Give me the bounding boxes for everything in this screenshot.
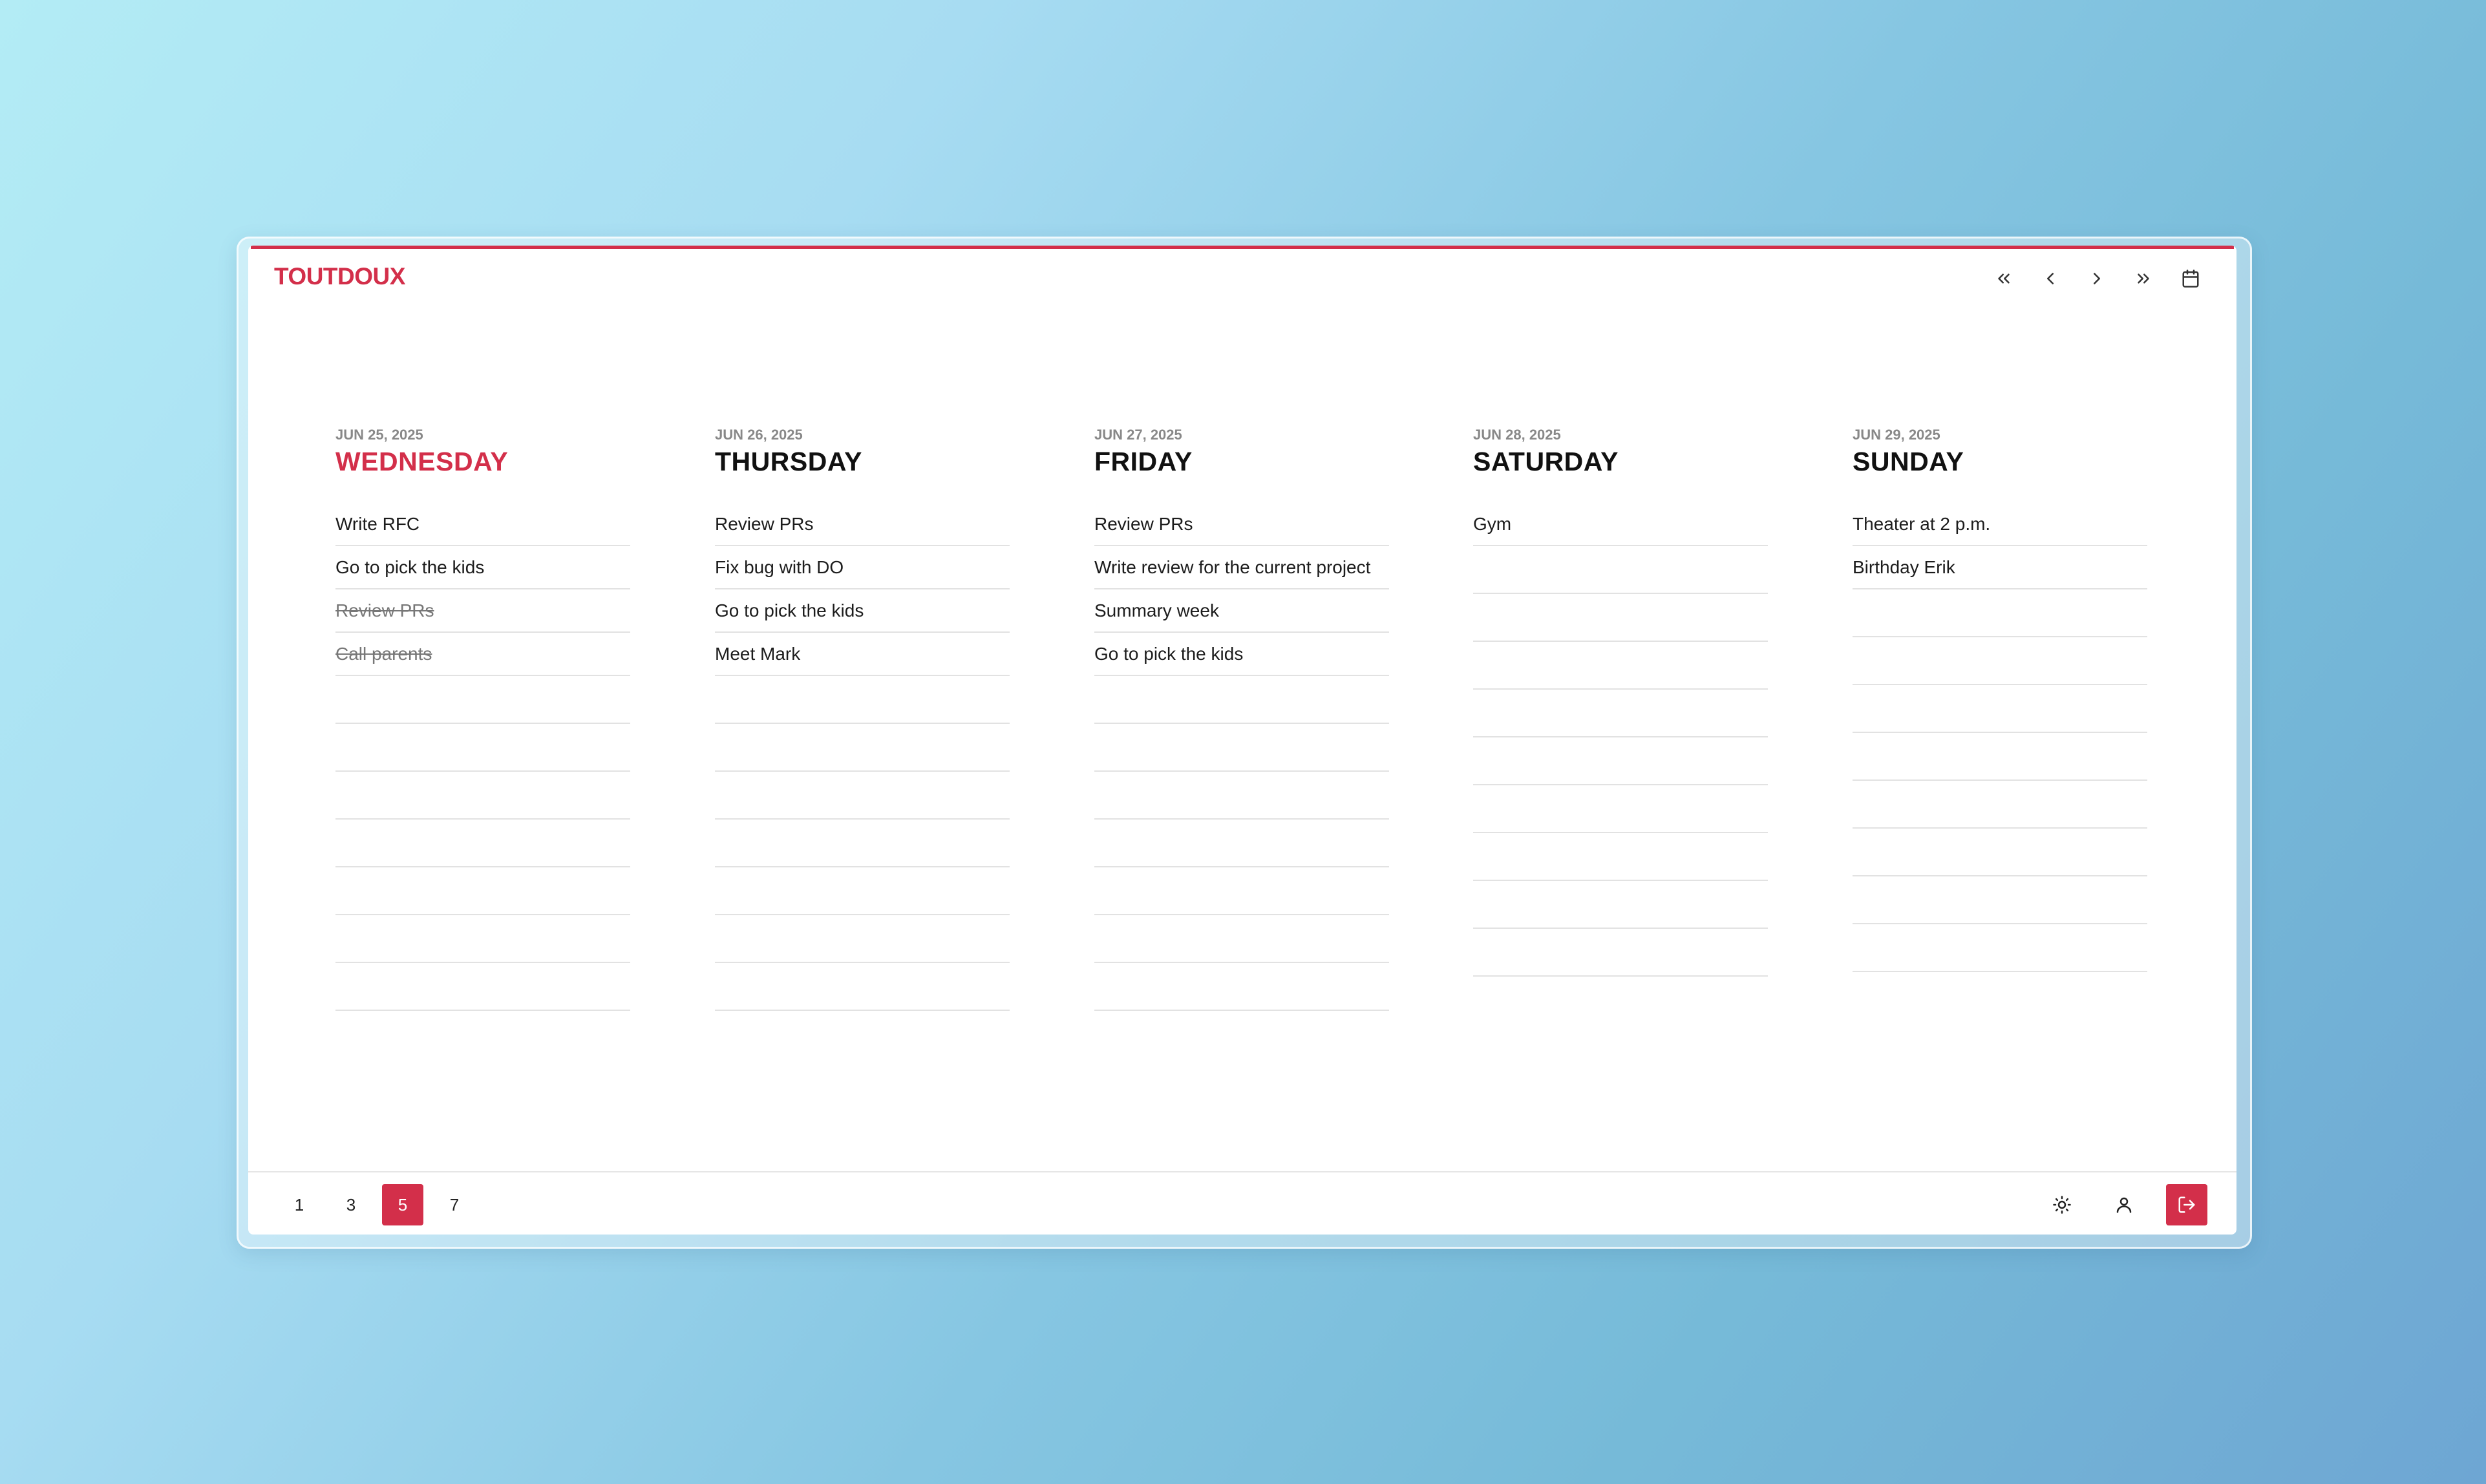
empty-task-slot[interactable]: [335, 963, 630, 1011]
task-list: Write RFC Go to pick the kids Review PRs…: [335, 503, 630, 1011]
footer-bar: 1 3 5 7: [248, 1171, 2236, 1235]
task-item[interactable]: Write RFC: [335, 503, 630, 546]
empty-task-slot[interactable]: [715, 867, 1010, 915]
empty-task-slot[interactable]: [1853, 781, 2147, 829]
empty-task-slot[interactable]: [335, 772, 630, 820]
day-name: SUNDAY: [1853, 447, 1964, 476]
empty-task-slot[interactable]: [1853, 924, 2147, 972]
day-date: JUN 26, 2025: [715, 427, 803, 443]
day-column-wednesday: JUN 25, 2025 WEDNESDAY Write RFC Go to p…: [335, 425, 630, 1011]
task-item[interactable]: Go to pick the kids: [1094, 633, 1389, 676]
empty-task-slot[interactable]: [715, 963, 1010, 1011]
task-item[interactable]: Go to pick the kids: [715, 589, 1010, 633]
empty-task-slot[interactable]: [1094, 820, 1389, 867]
empty-task-slot[interactable]: [1853, 589, 2147, 637]
day-name: SATURDAY: [1473, 447, 1619, 476]
empty-task-slot[interactable]: [1853, 685, 2147, 733]
day-name: FRIDAY: [1094, 447, 1193, 476]
empty-task-slot[interactable]: [1473, 737, 1768, 785]
empty-task-slot[interactable]: [1473, 594, 1768, 642]
task-list: Theater at 2 p.m. Birthday Erik: [1853, 503, 2147, 972]
empty-task-slot[interactable]: [715, 724, 1010, 772]
chevron-left-icon: [2047, 273, 2054, 284]
logout-icon: [2178, 1196, 2195, 1213]
empty-task-slot[interactable]: [1853, 829, 2147, 876]
days-count-5-button[interactable]: 5: [382, 1184, 423, 1225]
empty-task-slot[interactable]: [335, 867, 630, 915]
day-name: WEDNESDAY: [335, 447, 509, 476]
empty-task-slot[interactable]: [1853, 876, 2147, 924]
task-item[interactable]: Birthday Erik: [1853, 546, 2147, 589]
task-list: Gym: [1473, 503, 1768, 977]
task-item[interactable]: Theater at 2 p.m.: [1853, 503, 2147, 546]
previous-week-button[interactable]: [1988, 262, 2020, 295]
chevron-right-icon: [2094, 273, 2100, 284]
sun-icon: [2053, 1196, 2071, 1214]
empty-task-slot[interactable]: [1473, 785, 1768, 833]
logout-button[interactable]: [2166, 1184, 2207, 1225]
day-date: JUN 25, 2025: [335, 427, 423, 443]
empty-task-slot[interactable]: [1094, 772, 1389, 820]
task-list: Review PRs Fix bug with DO Go to pick th…: [715, 503, 1010, 1011]
empty-task-slot[interactable]: [715, 772, 1010, 820]
empty-task-slot[interactable]: [1473, 881, 1768, 929]
task-item[interactable]: Go to pick the kids: [335, 546, 630, 589]
empty-task-slot[interactable]: [1094, 724, 1389, 772]
user-icon: [2116, 1197, 2132, 1213]
day-date: JUN 29, 2025: [1853, 427, 1940, 443]
empty-task-slot[interactable]: [1473, 690, 1768, 737]
task-item[interactable]: Write review for the current project: [1094, 546, 1389, 589]
empty-task-slot[interactable]: [1473, 929, 1768, 977]
empty-task-slot[interactable]: [1094, 867, 1389, 915]
empty-task-slot[interactable]: [715, 915, 1010, 963]
empty-task-slot[interactable]: [1853, 733, 2147, 781]
days-count-1-button[interactable]: 1: [279, 1184, 320, 1225]
empty-task-slot[interactable]: [1853, 637, 2147, 685]
chevrons-left-icon: [1998, 273, 2010, 284]
accent-bar: [251, 246, 2234, 249]
day-column-friday: JUN 27, 2025 FRIDAY Review PRs Write rev…: [1094, 425, 1389, 1011]
empty-task-slot[interactable]: [1094, 915, 1389, 963]
theme-toggle-button[interactable]: [2041, 1184, 2083, 1225]
empty-task-slot[interactable]: [335, 820, 630, 867]
task-item-done[interactable]: Call parents: [335, 633, 630, 676]
chevrons-right-icon: [2138, 273, 2149, 284]
empty-task-slot[interactable]: [1473, 546, 1768, 594]
empty-task-slot[interactable]: [1094, 963, 1389, 1011]
app-logo: TOUTDOUX: [274, 263, 405, 290]
empty-task-slot[interactable]: [715, 820, 1010, 867]
previous-day-button[interactable]: [2034, 262, 2066, 295]
days-count-3-button[interactable]: 3: [330, 1184, 372, 1225]
day-column-thursday: JUN 26, 2025 THURSDAY Review PRs Fix bug…: [715, 425, 1010, 1011]
empty-task-slot[interactable]: [1094, 676, 1389, 724]
task-item[interactable]: Fix bug with DO: [715, 546, 1010, 589]
task-item[interactable]: Meet Mark: [715, 633, 1010, 676]
empty-task-slot[interactable]: [1473, 833, 1768, 881]
day-column-sunday: JUN 29, 2025 SUNDAY Theater at 2 p.m. Bi…: [1853, 425, 2147, 972]
task-item[interactable]: Review PRs: [715, 503, 1010, 546]
day-date: JUN 27, 2025: [1094, 427, 1182, 443]
empty-task-slot[interactable]: [335, 724, 630, 772]
next-week-button[interactable]: [2127, 262, 2160, 295]
task-item-done[interactable]: Review PRs: [335, 589, 630, 633]
calendar-button[interactable]: [2174, 262, 2207, 295]
profile-button[interactable]: [2103, 1184, 2145, 1225]
day-name: THURSDAY: [715, 447, 863, 476]
task-item[interactable]: Gym: [1473, 503, 1768, 546]
days-count-7-button[interactable]: 7: [434, 1184, 475, 1225]
task-item[interactable]: Review PRs: [1094, 503, 1389, 546]
empty-task-slot[interactable]: [1473, 642, 1768, 690]
calendar-icon: [2182, 270, 2199, 288]
empty-task-slot[interactable]: [335, 915, 630, 963]
day-column-saturday: JUN 28, 2025 SATURDAY Gym: [1473, 425, 1768, 977]
app-window: TOUTDOUX JUN 25, 2025 WEDNESDAY Write RF…: [248, 246, 2236, 1235]
empty-task-slot[interactable]: [335, 676, 630, 724]
empty-task-slot[interactable]: [715, 676, 1010, 724]
task-item[interactable]: Summary week: [1094, 589, 1389, 633]
next-day-button[interactable]: [2081, 262, 2113, 295]
task-list: Review PRs Write review for the current …: [1094, 503, 1389, 1011]
day-date: JUN 28, 2025: [1473, 427, 1561, 443]
